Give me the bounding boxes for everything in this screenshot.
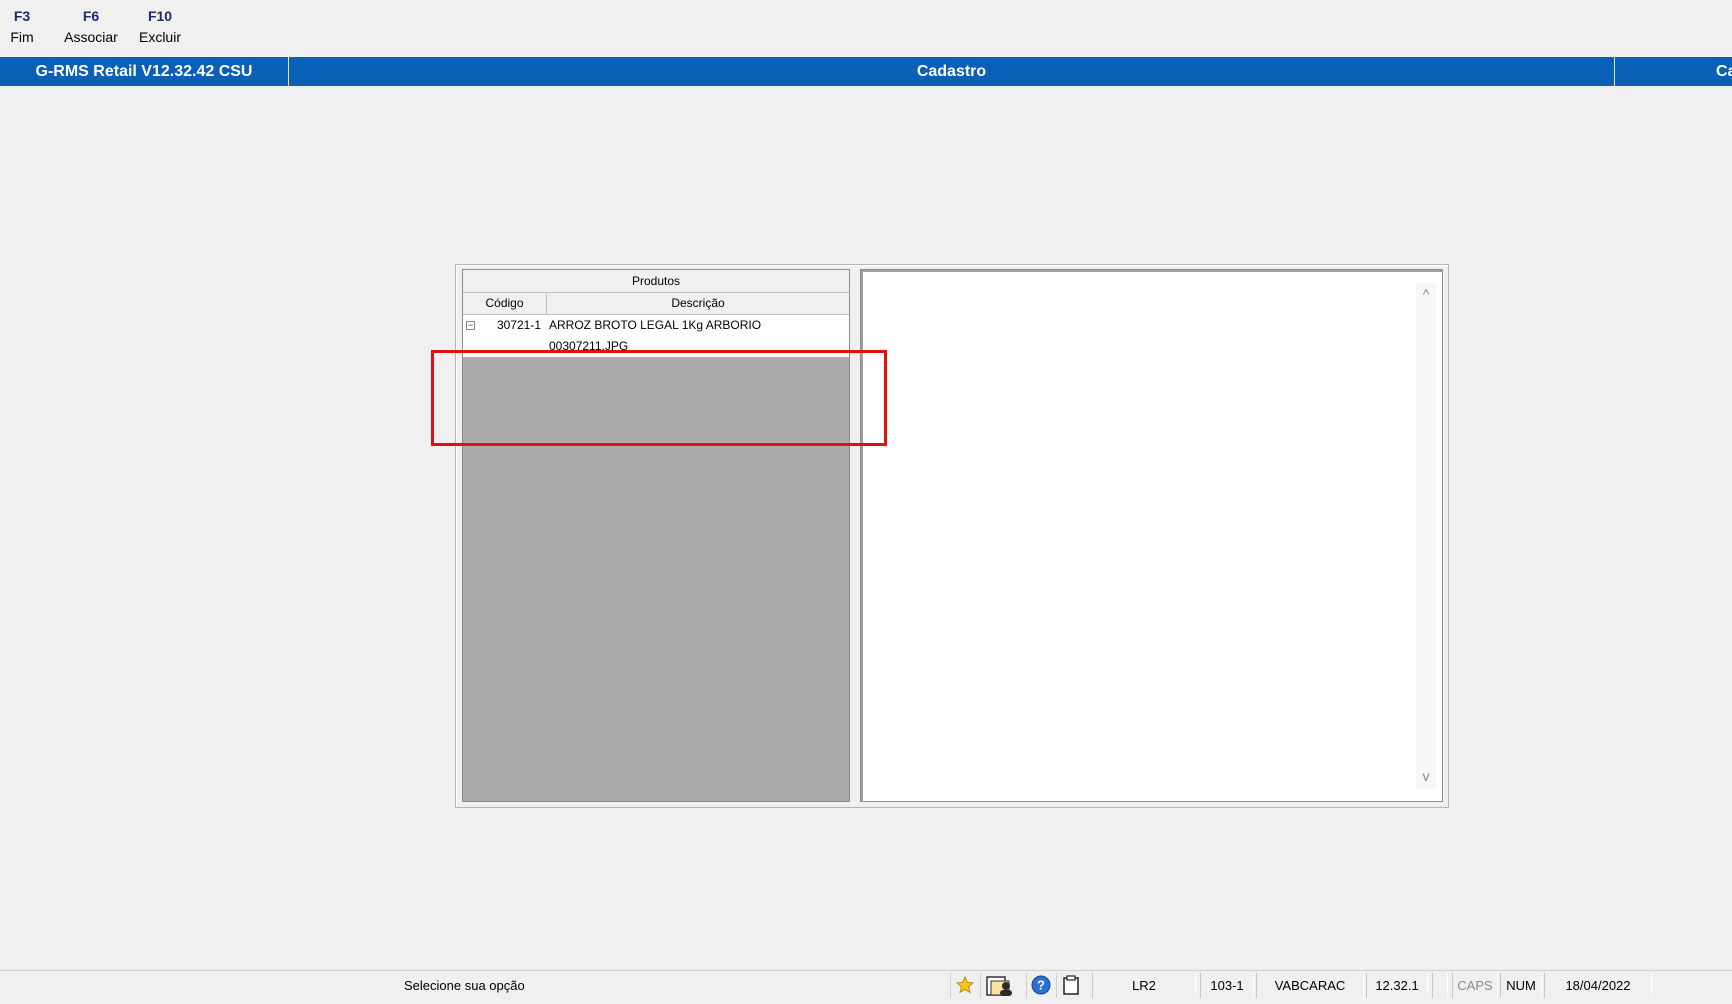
grid-title: Produtos	[463, 270, 849, 293]
num-lock-indicator: NUM	[1500, 973, 1542, 998]
delete-key: F10	[147, 8, 173, 24]
column-header-description[interactable]: Descrição	[547, 293, 849, 314]
help-icon[interactable]: ?	[1026, 973, 1055, 998]
users-icon[interactable]	[980, 973, 1019, 998]
status-cell-branch: 103-1	[1200, 973, 1254, 998]
delete-label: Excluir	[138, 29, 181, 45]
column-header-code[interactable]: Código	[463, 293, 547, 314]
image-viewer[interactable]: ^ v	[860, 269, 1443, 802]
app-title: G-RMS Retail V12.32.42 CSU	[35, 63, 253, 80]
status-cell-version: 12.32.1	[1366, 973, 1428, 998]
product-description: ARROZ BROTO LEGAL 1Kg ARBORIO	[549, 318, 762, 332]
product-image-panel: Produtos Código Descrição − 30721-1 ARRO…	[455, 264, 1449, 808]
associate-label: Associar	[64, 29, 118, 45]
status-cell-terminal: LR2	[1092, 973, 1196, 998]
associate-button[interactable]: F6 Associar	[62, 6, 120, 48]
grid-column-headers: Código Descrição	[463, 293, 849, 315]
star-icon[interactable]	[950, 973, 979, 998]
table-row[interactable]: − 30721-1 ARROZ BROTO LEGAL 1Kg ARBORIO	[463, 315, 849, 336]
screen-title: Cadastro	[916, 63, 987, 80]
highlight-box	[431, 350, 887, 446]
viewer-scrollbar[interactable]: ^ v	[1416, 282, 1436, 790]
title-bar: G-RMS Retail V12.32.42 CSU Cadastro Ca	[0, 57, 1732, 86]
status-cell-date: 18/04/2022	[1544, 973, 1652, 998]
delete-button[interactable]: F10 Excluir	[137, 6, 183, 48]
exit-label: Fim	[10, 29, 34, 45]
minus-icon: −	[466, 320, 475, 330]
context-title: Ca	[1716, 63, 1732, 80]
status-message: Selecione sua opção	[404, 978, 525, 993]
title-separator	[1614, 57, 1615, 86]
product-code: 30721-1	[496, 318, 541, 332]
svg-text:?: ?	[1037, 978, 1045, 993]
associate-key: F6	[82, 8, 100, 24]
exit-key: F3	[13, 8, 31, 24]
scroll-down-icon[interactable]: v	[1416, 768, 1436, 784]
clipboard-icon[interactable]	[1056, 973, 1085, 998]
status-cell-user: VABCARAC	[1256, 973, 1364, 998]
status-bar: Selecione sua opção ? LR2 103-1 VABCARAC…	[0, 970, 1732, 1000]
function-key-toolbar: F3 Fim F6 Associar F10 Excluir	[0, 0, 1732, 56]
exit-button[interactable]: F3 Fim	[8, 6, 36, 48]
status-cell-empty	[1432, 973, 1448, 998]
collapse-toggle[interactable]: −	[463, 315, 481, 336]
caps-lock-indicator: CAPS	[1452, 973, 1498, 998]
products-grid[interactable]: Produtos Código Descrição − 30721-1 ARRO…	[462, 269, 850, 802]
scroll-up-icon[interactable]: ^	[1416, 286, 1436, 302]
